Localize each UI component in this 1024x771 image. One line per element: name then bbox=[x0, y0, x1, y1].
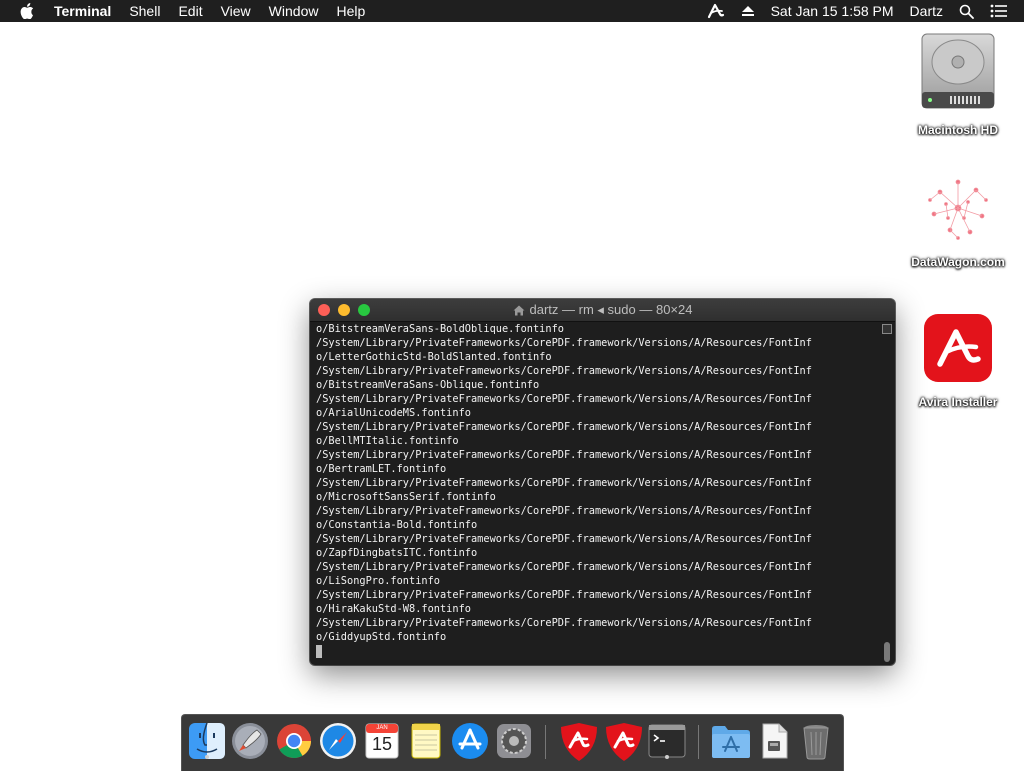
dock-item-trash[interactable] bbox=[796, 721, 836, 761]
datawagon-icon bbox=[920, 172, 996, 249]
scrollbar[interactable] bbox=[881, 322, 893, 662]
dock-item-notes[interactable] bbox=[406, 721, 446, 761]
output-line: /System/Library/PrivateFrameworks/CorePD… bbox=[316, 561, 812, 573]
desktop-item-label: Macintosh HD bbox=[917, 123, 998, 137]
avira-status-icon[interactable] bbox=[707, 3, 725, 19]
terminal-window[interactable]: dartz — rm ◂ sudo — 80×24 o/BitstreamVer… bbox=[310, 299, 895, 665]
dock-separator bbox=[545, 725, 546, 759]
avira-shield-icon bbox=[602, 723, 646, 767]
output-line: o/ZapfDingbatsITC.fontinfo bbox=[316, 547, 478, 559]
document-icon bbox=[754, 723, 794, 765]
output-line: /System/Library/PrivateFrameworks/CorePD… bbox=[316, 533, 812, 545]
output-line: o/LiSongPro.fontinfo bbox=[316, 575, 440, 587]
menu-bar: Terminal Shell Edit View Window Help Sat… bbox=[0, 0, 1024, 22]
output-line: /System/Library/PrivateFrameworks/CorePD… bbox=[316, 337, 812, 349]
output-line: /System/Library/PrivateFrameworks/CorePD… bbox=[316, 449, 812, 461]
dock-item-system-preferences[interactable] bbox=[494, 721, 534, 761]
dock-item-avira-2[interactable] bbox=[602, 721, 642, 761]
output-line: /System/Library/PrivateFrameworks/CorePD… bbox=[316, 505, 812, 517]
dock-item-app-store[interactable] bbox=[450, 721, 490, 761]
dock-item-terminal[interactable] bbox=[647, 721, 687, 761]
output-line: o/MicrosoftSansSerif.fontinfo bbox=[316, 491, 496, 503]
output-line: o/BellMTItalic.fontinfo bbox=[316, 435, 459, 447]
output-line: o/HiraKakuStd-W8.fontinfo bbox=[316, 603, 471, 615]
terminal-cursor bbox=[316, 645, 322, 658]
desktop-item-label: Avira Installer bbox=[918, 395, 998, 409]
calendar-month: JAN bbox=[376, 725, 388, 731]
notification-center-icon[interactable] bbox=[990, 4, 1008, 18]
output-line: /System/Library/PrivateFrameworks/CorePD… bbox=[316, 393, 812, 405]
output-line: /System/Library/PrivateFrameworks/CorePD… bbox=[316, 617, 812, 629]
system-preferences-icon bbox=[494, 724, 534, 765]
dock-item-applications-folder[interactable] bbox=[710, 721, 750, 761]
applications-folder-icon bbox=[710, 726, 752, 765]
output-line: /System/Library/PrivateFrameworks/CorePD… bbox=[316, 421, 812, 433]
output-line: o/Constantia-Bold.fontinfo bbox=[316, 519, 478, 531]
scroll-thumb[interactable] bbox=[884, 642, 890, 662]
dock-item-finder[interactable] bbox=[187, 721, 227, 761]
trash-icon bbox=[796, 725, 836, 765]
output-line: /System/Library/PrivateFrameworks/CorePD… bbox=[316, 477, 812, 489]
output-line: o/BitstreamVeraSans-Oblique.fontinfo bbox=[316, 379, 540, 391]
window-titlebar[interactable]: dartz — rm ◂ sudo — 80×24 bbox=[310, 299, 895, 322]
dock-item-safari[interactable] bbox=[318, 721, 358, 761]
menu-help[interactable]: Help bbox=[336, 3, 365, 19]
output-line: /System/Library/PrivateFrameworks/CorePD… bbox=[316, 589, 812, 601]
user-name[interactable]: Dartz bbox=[910, 3, 943, 19]
spotlight-search-icon[interactable] bbox=[959, 4, 974, 19]
menu-view[interactable]: View bbox=[221, 3, 251, 19]
launchpad-icon bbox=[230, 723, 270, 765]
safari-icon bbox=[318, 723, 358, 765]
avira-shield-icon bbox=[557, 723, 601, 767]
dock-item-document[interactable] bbox=[754, 721, 794, 761]
output-line: o/BitstreamVeraSans-BoldOblique.fontinfo bbox=[316, 323, 564, 335]
running-indicator bbox=[205, 755, 209, 759]
desktop-item-macintosh-hd[interactable]: Macintosh HD bbox=[903, 30, 1013, 137]
menu-edit[interactable]: Edit bbox=[178, 3, 202, 19]
desktop-item-avira-installer[interactable]: Avira Installer bbox=[903, 312, 1013, 409]
menu-app-name[interactable]: Terminal bbox=[54, 3, 111, 19]
desktop-item-datawagon[interactable]: DataWagon.com bbox=[903, 172, 1013, 269]
calendar-day: 15 bbox=[371, 734, 393, 754]
dock-item-calendar[interactable]: JAN 15 bbox=[362, 721, 402, 761]
clock[interactable]: Sat Jan 15 1:58 PM bbox=[771, 3, 894, 19]
output-line: o/GiddyupStd.fontinfo bbox=[316, 631, 447, 643]
dock-item-launchpad[interactable] bbox=[230, 721, 270, 761]
home-folder-icon bbox=[513, 305, 525, 316]
avira-icon bbox=[922, 312, 994, 389]
output-line: o/LetterGothicStd-BoldSlanted.fontinfo bbox=[316, 351, 552, 363]
scroll-marker-icon[interactable] bbox=[882, 324, 892, 334]
app-store-icon bbox=[450, 723, 490, 765]
dock-separator bbox=[698, 725, 699, 759]
chrome-icon bbox=[274, 724, 314, 765]
dock-item-avira-1[interactable] bbox=[557, 721, 597, 761]
dock: JAN 15 bbox=[181, 714, 844, 771]
menu-shell[interactable]: Shell bbox=[129, 3, 160, 19]
desktop-item-label: DataWagon.com bbox=[911, 255, 1005, 269]
hard-drive-icon bbox=[920, 30, 996, 117]
menu-extras: Sat Jan 15 1:58 PM Dartz bbox=[707, 0, 1024, 22]
apple-icon[interactable] bbox=[20, 3, 34, 19]
terminal-output[interactable]: o/BitstreamVeraSans-BoldOblique.fontinfo… bbox=[310, 322, 880, 665]
window-title-text: dartz — rm ◂ sudo — 80×24 bbox=[529, 302, 693, 317]
output-line: o/BertramLET.fontinfo bbox=[316, 463, 447, 475]
notes-icon bbox=[406, 723, 446, 765]
dock-item-chrome[interactable] bbox=[274, 721, 314, 761]
eject-icon[interactable] bbox=[741, 5, 755, 17]
output-line: o/ArialUnicodeMS.fontinfo bbox=[316, 407, 471, 419]
output-line: /System/Library/PrivateFrameworks/CorePD… bbox=[316, 365, 812, 377]
menu-window[interactable]: Window bbox=[269, 3, 319, 19]
running-indicator bbox=[665, 755, 669, 759]
window-title: dartz — rm ◂ sudo — 80×24 bbox=[310, 302, 895, 318]
